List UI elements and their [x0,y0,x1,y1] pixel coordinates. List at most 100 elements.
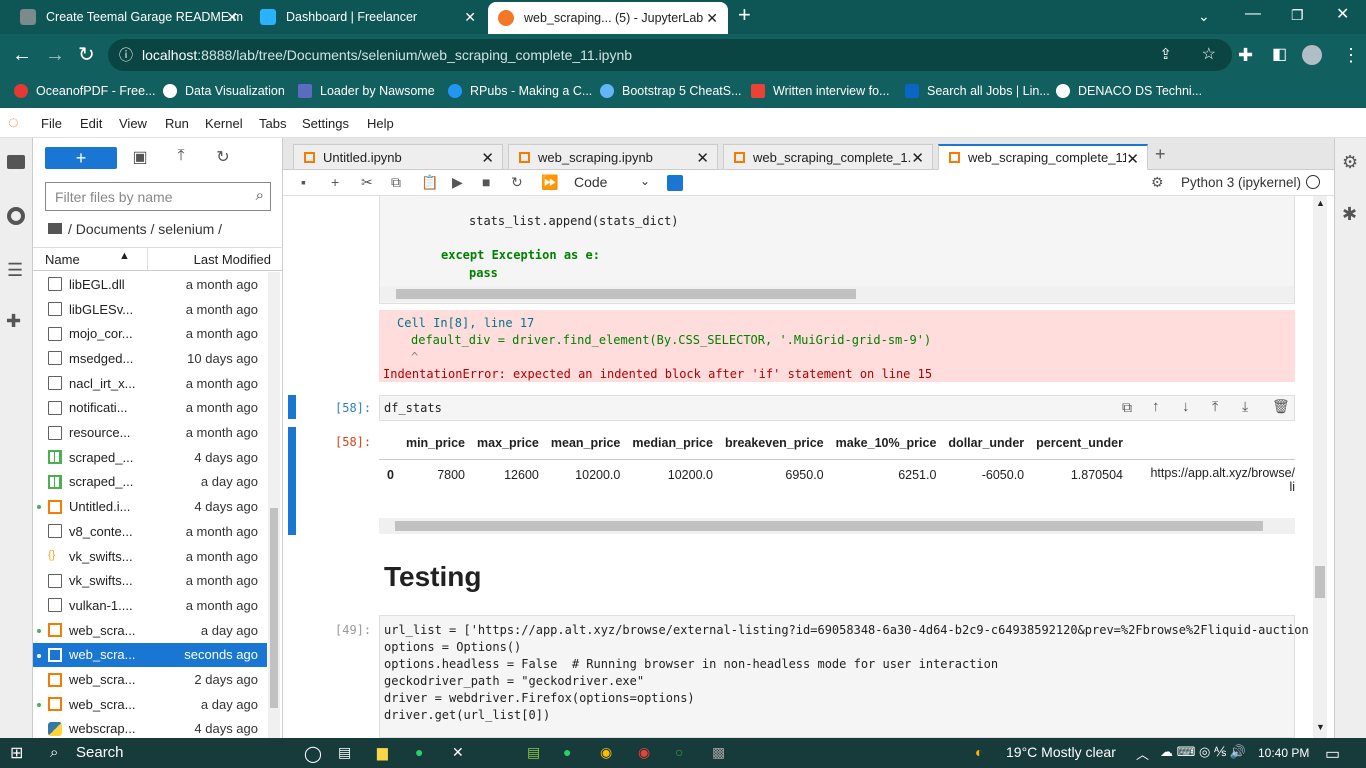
scroll-thumb[interactable] [270,508,278,708]
breadcrumb[interactable]: / Documents / selenium / [48,221,222,237]
photos-icon[interactable]: ▩ [712,744,725,761]
share-icon[interactable]: ⇪ [1159,39,1172,71]
file-row[interactable]: libEGL.dll a month ago [33,272,267,297]
save-icon[interactable]: ▪ [301,174,306,190]
menu-help[interactable]: Help [367,116,394,131]
toc-icon[interactable]: ☰ [7,260,23,281]
output-collapse-bar[interactable] [288,427,296,535]
more-menu-icon[interactable]: ⋮ [1342,45,1360,65]
duplicate-cell-icon[interactable]: ⧉ [1122,399,1132,416]
browser-tab-jupyterlab[interactable]: web_scraping... (5) - JupyterLab ✕ [488,2,728,34]
bookmark-item[interactable]: RPubs - Making a C... [448,84,592,98]
close-icon[interactable]: ✕ [696,149,709,167]
info-icon[interactable]: ⓘ [119,39,133,71]
move-down-icon[interactable]: ↓ [1182,398,1190,415]
bookmark-item[interactable]: Search all Jobs | Lin... [905,84,1050,98]
bookmark-item[interactable]: Loader by Nawsome [298,84,435,98]
file-row[interactable]: mojo_cor... a month ago [33,321,267,346]
scroll-thumb[interactable] [396,289,856,299]
file-row[interactable]: notificati... a month ago [33,396,267,421]
sort-icon[interactable]: ▲ [119,250,130,262]
side-panel-icon[interactable]: ◧ [1272,45,1287,65]
insert-cell-icon[interactable]: + [331,174,339,190]
close-icon[interactable]: ✕ [481,149,494,167]
debugger-icon[interactable]: ✱ [1342,204,1357,225]
close-icon[interactable]: ✕ [706,10,718,27]
file-row[interactable]: libGLESv... a month ago [33,297,267,322]
running-icon[interactable] [7,207,25,225]
browser-tab-readme[interactable]: Create Teemal Garage README.m ✕ [10,0,248,34]
code-cell-editor[interactable]: url_list = ['https://app.alt.xyz/browse/… [379,615,1309,738]
notebook-content[interactable]: stats_list.append(stats_dict) except Exc… [283,196,1313,738]
bookmark-item[interactable]: OceanofPDF - Free... [14,84,155,98]
weather-text[interactable]: 19°C Mostly clear [1006,744,1116,760]
widgets-icon[interactable]: ▤ [338,744,351,761]
close-icon[interactable]: ✕ [226,9,238,26]
restart-icon[interactable]: ↻ [511,174,523,191]
windows-start-icon[interactable]: ⊞ [10,743,23,763]
restore-icon[interactable]: ❐ [1291,5,1304,25]
clock[interactable]: 10:40 PM [1258,746,1309,760]
tab-search-icon[interactable]: ⌄ [1198,6,1210,26]
cell-selection-bar[interactable] [288,395,296,419]
file-row[interactable]: scraped_... 4 days ago [33,445,267,470]
new-launcher-icon[interactable]: + [1155,144,1166,165]
run-icon[interactable]: ▶ [452,174,463,191]
menu-tabs[interactable]: Tabs [259,116,286,131]
refresh-icon[interactable]: ↻ [213,147,233,167]
file-row[interactable]: web_scra... a day ago [33,692,267,717]
file-row[interactable]: v8_conte... a month ago [33,519,267,544]
url-field[interactable]: ⓘ localhost:8888/lab/tree/Documents/selen… [108,39,1232,71]
task-view-icon[interactable]: ◯ [304,744,322,764]
new-folder-icon[interactable]: ▣ [130,147,150,167]
whatsapp-icon[interactable]: ● [563,744,571,760]
browser-tab-freelancer[interactable]: Dashboard | Freelancer ✕ [250,0,486,34]
tray-arrow-icon[interactable]: ︿ [1136,744,1149,763]
cell-type-select[interactable]: Code ⌄ [566,172,656,192]
menu-kernel[interactable]: Kernel [205,116,243,131]
close-icon[interactable]: ✕ [911,149,924,167]
file-row[interactable]: vk_swifts... a month ago [33,568,267,593]
column-last-modified[interactable]: Last Modified [194,252,271,267]
file-row[interactable]: {} vk_swifts... a month ago [33,544,267,569]
horizontal-scrollbar[interactable] [379,518,1295,534]
delete-cell-icon[interactable]: 🗑 [1272,398,1290,415]
menu-run[interactable]: Run [165,116,189,131]
file-row[interactable]: resource... a month ago [33,420,267,445]
scroll-up-icon[interactable]: ▲ [1316,198,1325,208]
kernel-settings-icon[interactable]: ⚙ [1151,174,1164,191]
file-explorer-icon[interactable]: ▆ [377,744,388,761]
file-row[interactable]: nacl_irt_x... a month ago [33,371,267,396]
app-icon[interactable]: ○ [675,744,683,760]
search-icon[interactable]: ⌕ [50,744,58,761]
move-up-icon[interactable]: ↑ [1152,398,1160,415]
stop-icon[interactable]: ■ [482,174,490,190]
extensions-icon[interactable]: ✚ [1238,45,1253,65]
new-tab-icon[interactable]: + [738,4,751,26]
chrome-icon[interactable]: ◉ [638,744,650,761]
scroll-down-icon[interactable]: ▼ [1316,722,1325,732]
copy-icon[interactable]: ⧉ [391,174,401,191]
insert-below-icon[interactable]: ⤓ [1242,398,1248,415]
bookmark-item[interactable]: Written interview fo... [751,84,889,98]
reload-icon[interactable]: ↻ [78,45,95,65]
chrome-icon[interactable]: ◉ [600,744,612,761]
minimize-icon[interactable]: — [1245,4,1261,24]
restart-run-all-icon[interactable]: ⏩ [541,174,558,191]
notification-icon[interactable]: ▭ [1325,744,1340,764]
file-row[interactable]: web_scra... a day ago [33,618,267,643]
menu-settings[interactable]: Settings [302,116,349,131]
bookmark-star-icon[interactable]: ☆ [1202,39,1216,71]
file-row[interactable]: vulkan-1.... a month ago [33,593,267,618]
cut-icon[interactable]: ✂ [361,174,373,191]
code-cell-editor[interactable]: stats_list.append(stats_dict) except Exc… [379,196,1295,304]
file-row[interactable]: Untitled.i... 4 days ago [33,494,267,519]
scroll-thumb[interactable] [1315,566,1325,598]
kernel-name[interactable]: Python 3 (ipykernel) [1181,175,1301,190]
code-cell-editor[interactable]: df_stats ⧉ ↑ ↓ ⤒ ⤓ 🗑 [379,395,1295,421]
filter-files-input[interactable]: Filter files by name ⌕ [45,182,271,211]
close-icon[interactable]: ✕ [464,9,476,26]
property-inspector-icon[interactable]: ⚙ [1342,152,1358,173]
tab-web-scraping-complete-1[interactable]: web_scraping_complete_1.ip ✕ [723,144,933,170]
tab-web-scraping[interactable]: web_scraping.ipynb ✕ [508,144,718,170]
